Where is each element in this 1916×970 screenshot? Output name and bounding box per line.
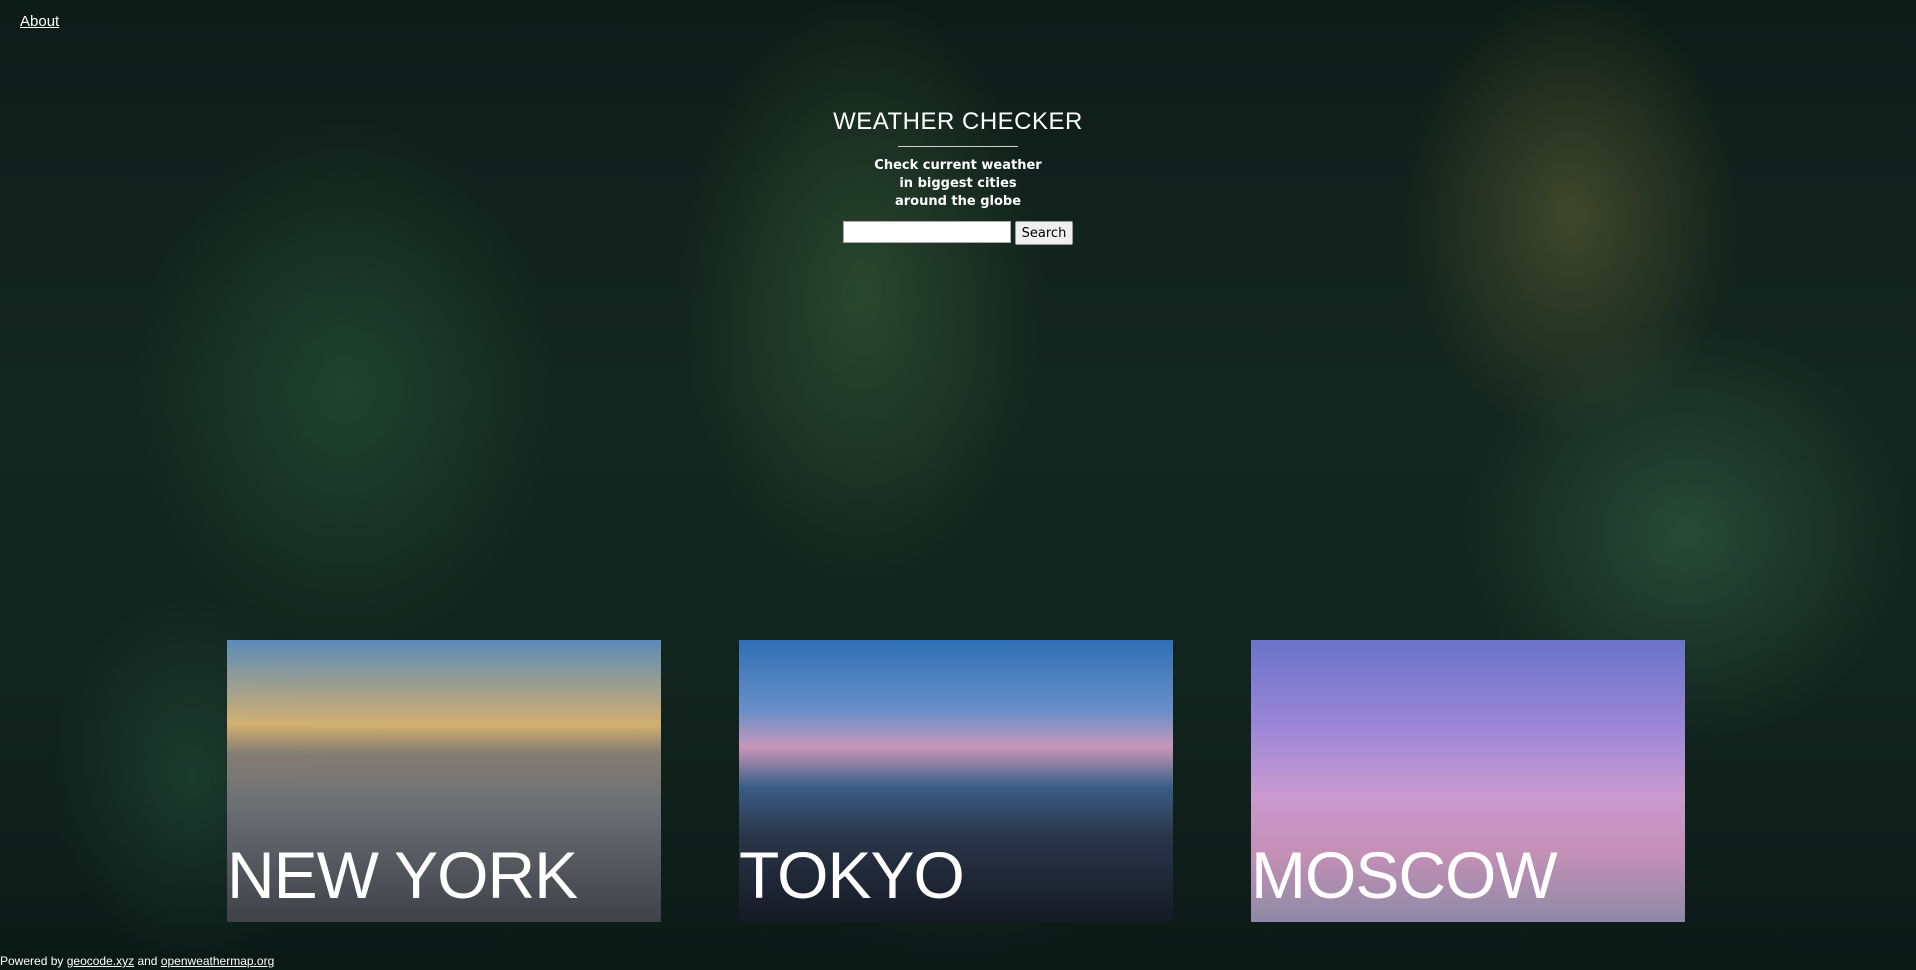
footer-conjunction: and <box>137 954 158 968</box>
city-label: NEW YORK <box>227 838 578 912</box>
geocode-link[interactable]: geocode.xyz <box>67 954 134 968</box>
hero-section: WEATHER CHECKER Check current weather in… <box>0 108 1916 245</box>
footer-prefix: Powered by <box>0 954 64 968</box>
subtitle: Check current weather in biggest cities … <box>0 157 1916 211</box>
title-divider <box>898 146 1018 147</box>
search-button[interactable]: Search <box>1014 221 1074 245</box>
page-title: WEATHER CHECKER <box>833 108 1083 135</box>
subtitle-line: Check current weather <box>874 158 1042 173</box>
city-label: TOKYO <box>739 838 965 912</box>
subtitle-line: around the globe <box>894 194 1022 209</box>
city-card-moscow[interactable]: MOSCOW <box>1251 640 1685 922</box>
city-card-tokyo[interactable]: TOKYO <box>739 640 1173 922</box>
city-card-new-york[interactable]: NEW YORK <box>227 640 661 922</box>
openweathermap-link[interactable]: openweathermap.org <box>161 954 274 968</box>
footer: Powered by geocode.xyz and openweatherma… <box>0 954 274 968</box>
subtitle-line: in biggest cities <box>899 176 1017 191</box>
search-input[interactable] <box>842 221 1011 243</box>
search-form: Search <box>0 221 1916 245</box>
city-label: MOSCOW <box>1251 838 1558 912</box>
about-link[interactable]: About <box>20 13 59 30</box>
